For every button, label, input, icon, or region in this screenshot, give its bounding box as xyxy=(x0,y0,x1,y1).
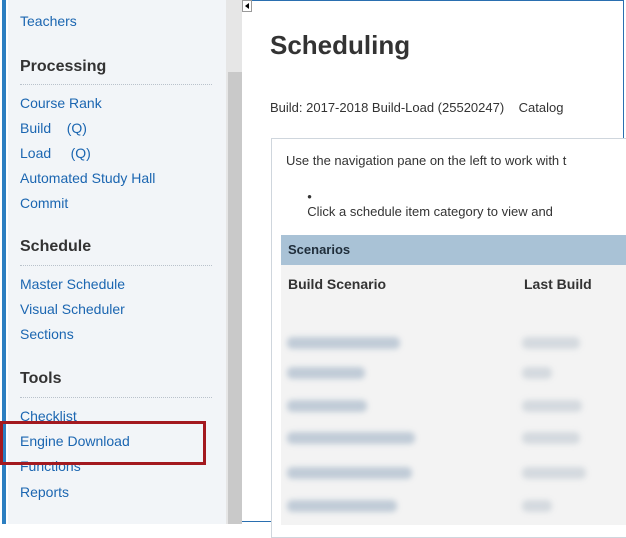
redacted-last-build xyxy=(522,337,580,349)
column-header-build-scenario: Build Scenario xyxy=(288,276,387,292)
scenarios-table xyxy=(281,265,626,525)
redacted-build-scenario[interactable] xyxy=(287,337,400,349)
engine-download-highlight-box xyxy=(0,421,206,465)
redacted-last-build xyxy=(522,467,586,479)
build-info-line: Build: 2017-2018 Build-Load (25520247) C… xyxy=(270,100,564,115)
redacted-build-scenario[interactable] xyxy=(287,467,412,479)
scenarios-header-label: Scenarios xyxy=(288,242,351,257)
sidebar-item-build[interactable]: Build (Q) xyxy=(20,119,87,137)
sidebar-item-automated-study-hall[interactable]: Automated Study Hall xyxy=(20,169,155,187)
redacted-last-build xyxy=(522,432,580,444)
sidebar-heading-schedule: Schedule xyxy=(20,238,92,255)
sidebar-heading-tools: Tools xyxy=(20,370,62,387)
redacted-last-build xyxy=(522,400,582,412)
sidebar-item-reports[interactable]: Reports xyxy=(20,483,69,501)
redacted-build-scenario[interactable] xyxy=(287,400,367,412)
instructions-bullet: • Click a schedule item category to view… xyxy=(300,174,553,219)
instructions-text: Use the navigation pane on the left to w… xyxy=(286,153,567,168)
sidebar-divider xyxy=(20,265,212,266)
bullet-icon: • xyxy=(307,189,312,204)
redacted-last-build xyxy=(522,500,552,512)
sidebar-item-master-schedule[interactable]: Master Schedule xyxy=(20,275,125,293)
page-title: Scheduling xyxy=(270,30,411,60)
sidebar-item-visual-scheduler[interactable]: Visual Scheduler xyxy=(20,300,125,318)
sidebar-heading-processing: Processing xyxy=(20,58,107,75)
sidebar-item-commit[interactable]: Commit xyxy=(20,194,68,212)
sidebar-item-load[interactable]: Load (Q) xyxy=(20,144,91,162)
sidebar-divider xyxy=(20,397,212,398)
redacted-build-scenario[interactable] xyxy=(287,367,365,379)
redacted-build-scenario[interactable] xyxy=(287,500,397,512)
column-header-last-build: Last Build xyxy=(524,276,592,292)
sidebar-item-sections[interactable]: Sections xyxy=(20,325,74,343)
sidebar-item-course-rank[interactable]: Course Rank xyxy=(20,94,102,112)
sidebar-scrollbar-thumb[interactable] xyxy=(228,72,242,524)
redacted-build-scenario[interactable] xyxy=(287,432,415,444)
instructions-bullet-text: Click a schedule item category to view a… xyxy=(307,204,553,219)
redacted-last-build xyxy=(522,367,552,379)
sidebar-divider xyxy=(20,84,212,85)
sidebar-item-teachers[interactable]: Teachers xyxy=(20,12,77,30)
collapse-sidebar-arrow-icon[interactable] xyxy=(242,0,252,12)
